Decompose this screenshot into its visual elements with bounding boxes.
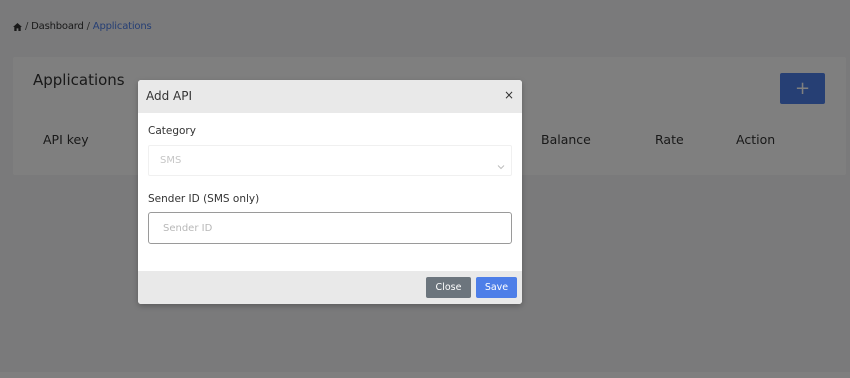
category-label: Category xyxy=(148,125,196,137)
category-select[interactable]: SMS xyxy=(148,145,512,176)
modal-title: Add API xyxy=(146,89,193,103)
close-button[interactable]: Close xyxy=(426,277,471,298)
sender-id-input[interactable] xyxy=(148,212,512,244)
sender-id-label: Sender ID (SMS only) xyxy=(148,193,260,205)
chevron-down-icon xyxy=(497,155,505,174)
modal-header: Add API × xyxy=(138,80,522,113)
modal-footer: Close Save xyxy=(138,271,522,304)
add-api-modal: Add API × Category SMS Sender ID (SMS on… xyxy=(138,80,522,304)
close-icon[interactable]: × xyxy=(504,89,514,101)
category-selected-value: SMS xyxy=(160,155,182,166)
save-button[interactable]: Save xyxy=(476,277,517,298)
